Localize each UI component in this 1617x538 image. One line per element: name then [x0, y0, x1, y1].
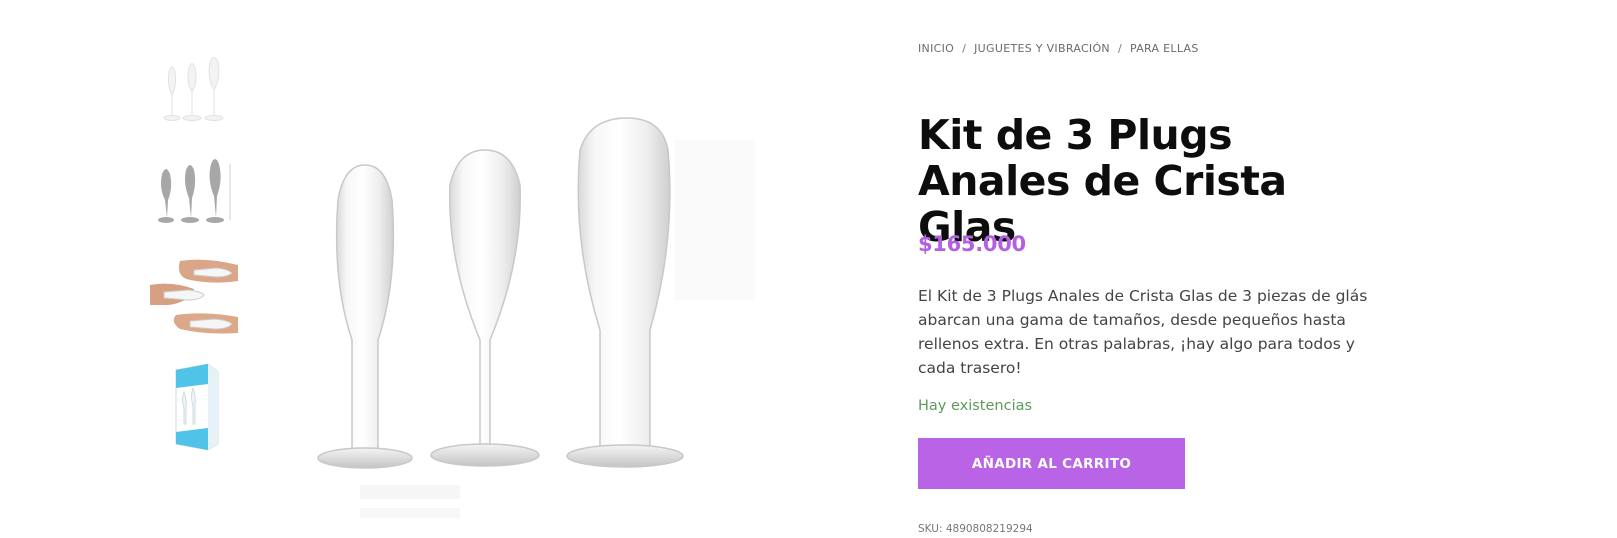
thumbnail-plugs-set[interactable] [150, 50, 240, 130]
stock-status: Hay existencias [918, 398, 1033, 414]
thumbnail-plugs-dimensions[interactable] [150, 152, 240, 232]
breadcrumb-link-inicio[interactable]: INICIO [918, 42, 954, 55]
breadcrumb-separator: / [962, 42, 967, 55]
breadcrumb-link-para-ellas[interactable]: PARA ELLAS [1130, 42, 1199, 55]
thumbnail-plugs-in-hand[interactable] [150, 255, 240, 335]
product-price: $165.000 [918, 232, 1026, 256]
main-product-image[interactable] [300, 40, 780, 530]
breadcrumb-separator: / [1117, 42, 1122, 55]
product-sku: SKU: 4890808219294 [918, 523, 1033, 535]
product-title: Kit de 3 Plugs Anales de Crista Glas [918, 111, 1287, 251]
breadcrumb-link-juguetes[interactable]: JUGUETES Y VIBRACIÓN [974, 42, 1110, 55]
add-to-cart-button[interactable]: AÑADIR AL CARRITO [918, 438, 1185, 489]
thumbnail-product-box[interactable] [150, 362, 240, 458]
breadcrumb: INICIO / JUGUETES Y VIBRACIÓN / PARA ELLAS [918, 42, 1199, 55]
product-description: El Kit de 3 Plugs Anales de Crista Glas … [918, 287, 1368, 377]
